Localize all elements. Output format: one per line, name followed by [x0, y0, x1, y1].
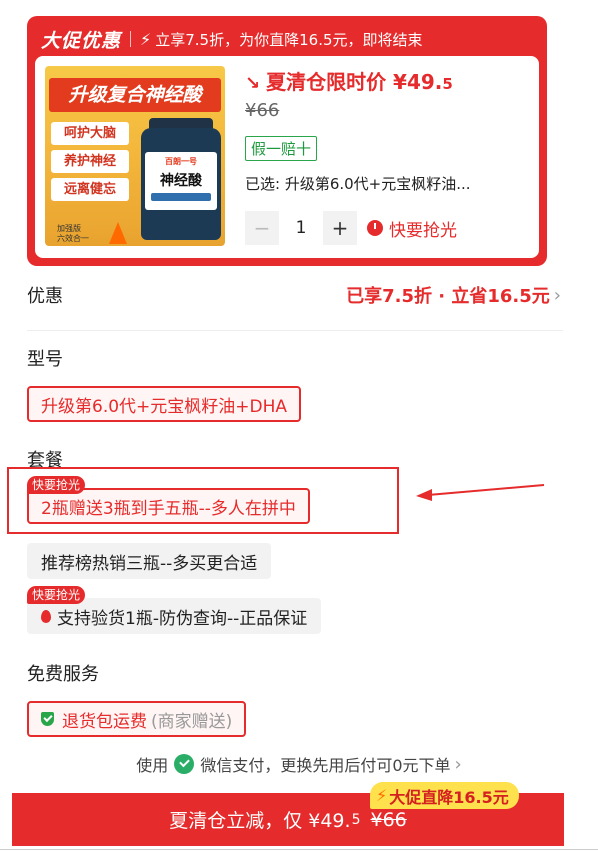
- free-return-option[interactable]: 退货包运费 (商家赠送): [27, 701, 247, 737]
- discount-value-text: 已享7.5折 · 立省16.5元: [346, 286, 550, 307]
- original-price: ¥66: [245, 100, 280, 121]
- buy-label: 夏清仓立减，仅 ¥49.: [169, 810, 351, 832]
- alarm-clock-icon: [367, 220, 383, 236]
- image-tag: 养护神经: [51, 150, 129, 173]
- model-title: 型号: [27, 349, 63, 370]
- limited-price: ↘ 夏清仓限时价 ¥49. 5: [245, 66, 453, 95]
- price-cut-text: 大促直降16.5元: [389, 787, 509, 807]
- free-return-note: (商家赠送): [151, 711, 233, 732]
- service-title: 免费服务: [27, 664, 99, 685]
- promo-divider: [130, 31, 132, 47]
- image-small-text: 加强版 六效合一: [57, 224, 89, 243]
- discount-value: 已享7.5折 · 立省16.5元 ›: [346, 282, 561, 308]
- payment-text: 微信支付，更换先用后付可0元下单: [200, 756, 451, 775]
- lightning-icon: ⚡: [140, 29, 152, 49]
- highlight-box: [7, 467, 399, 534]
- limited-price-label: 夏清仓限时价 ¥49.: [266, 70, 443, 94]
- guarantee-badge: 假一赔十: [245, 136, 318, 161]
- free-return-label: 退货包运费: [62, 711, 147, 732]
- lightning-icon: ⚡: [376, 786, 388, 805]
- quantity-stepper: − 1 + 快要抢光: [245, 211, 457, 245]
- increase-button[interactable]: +: [323, 211, 357, 245]
- product-card: 升级复合神经酸 呵护大脑 养护神经 远离健忘 百朗一号 神经酸 加强版 六效合一…: [35, 56, 539, 258]
- sellout-notice: 快要抢光: [367, 216, 457, 241]
- fire-icon: [41, 609, 51, 623]
- bottle-strip: [151, 193, 211, 201]
- promo-headline: 立享7.5折，为你直降16.5元，即将结束: [155, 30, 423, 49]
- divider: [27, 330, 563, 331]
- payment-prefix: 使用: [136, 756, 169, 775]
- discount-row[interactable]: 优惠 已享7.5折 · 立省16.5元 ›: [27, 282, 561, 308]
- image-tag: 呵护大脑: [51, 122, 129, 145]
- wechat-pay-icon: [174, 754, 195, 774]
- up-arrow-icon: [109, 222, 127, 244]
- image-title: 升级复合神经酸: [49, 78, 221, 112]
- promo-header: 大促优惠 ⚡ 立享7.5折，为你直降16.5元，即将结束: [41, 24, 423, 54]
- bottle-name: 神经酸: [160, 173, 202, 189]
- chevron-right-icon: ›: [553, 284, 561, 306]
- product-image[interactable]: 升级复合神经酸 呵护大脑 养护神经 远离健忘 百朗一号 神经酸 加强版 六效合一: [45, 66, 225, 246]
- package-option-3-label: 支持验货1瓶-防伪查询--正品保证: [57, 608, 308, 629]
- quantity-value[interactable]: 1: [279, 218, 323, 238]
- chevron-right-icon: ›: [454, 753, 462, 775]
- buy-old-price: ¥66: [370, 808, 407, 831]
- model-option[interactable]: 升级第6.0代+元宝枫籽油+DHA: [27, 386, 302, 422]
- price-cut-badge: ⚡ 大促直降16.5元: [370, 782, 519, 809]
- buy-cents: 5: [351, 811, 361, 828]
- bottom-divider: [0, 849, 598, 850]
- promo-banner: 大促优惠 ⚡ 立享7.5折，为你直降16.5元，即将结束 升级复合神经酸 呵护大…: [27, 16, 547, 266]
- pointer-arrow: [416, 484, 545, 501]
- bottle-label: 百朗一号 神经酸: [145, 152, 217, 210]
- discount-label: 优惠: [27, 286, 63, 307]
- selected-variant: 已选: 升级第6.0代+元宝枫籽油...: [245, 175, 471, 193]
- hot-tag: 快要抢光: [27, 586, 86, 604]
- sellout-text: 快要抢光: [389, 220, 457, 241]
- bottle-brand: 百朗一号: [165, 157, 197, 166]
- shield-check-icon: [41, 712, 54, 726]
- payment-line[interactable]: 使用 微信支付，更换先用后付可0元下单 ›: [0, 752, 598, 776]
- promo-logo: 大促优惠: [41, 29, 122, 52]
- limited-price-cents: 5: [442, 75, 453, 93]
- package-option-2[interactable]: 推荐榜热销三瓶--多买更合适: [27, 543, 272, 579]
- decrease-button[interactable]: −: [245, 211, 279, 245]
- image-tag: 远离健忘: [51, 178, 129, 201]
- trend-down-icon: ↘: [245, 73, 261, 94]
